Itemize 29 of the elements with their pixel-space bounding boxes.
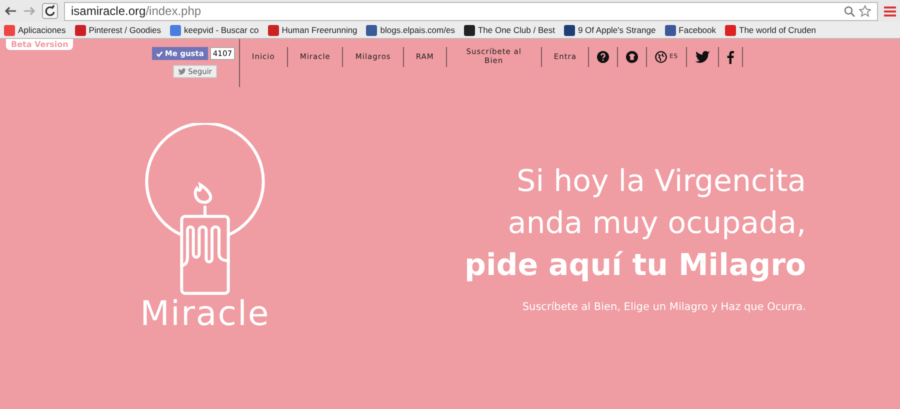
logo-wordmark: Miracle xyxy=(140,294,270,334)
language-link[interactable]: ES xyxy=(647,47,688,67)
bookmark[interactable]: Pinterest / Goodies xyxy=(74,24,162,36)
twitter-bird-icon xyxy=(695,51,710,63)
facebook-f-icon xyxy=(727,50,734,64)
bookmark[interactable]: The world of Cruden xyxy=(725,24,816,36)
bookmark[interactable]: keepvid - Buscar co xyxy=(170,24,259,36)
address-bar[interactable]: isamiracle.org/index.php xyxy=(64,2,878,20)
back-arrow-icon[interactable] xyxy=(4,6,17,16)
bookmark[interactable]: blogs.elpais.com/es xyxy=(366,24,455,36)
menu-icon[interactable] xyxy=(884,6,896,16)
globe-icon xyxy=(655,51,668,63)
bird-icon xyxy=(178,68,186,75)
star-icon[interactable] xyxy=(859,5,871,17)
headline-line: anda muy ocupada, xyxy=(508,205,806,243)
bookmark[interactable]: 9 Of Apple's Strange xyxy=(564,24,656,36)
search-icon[interactable] xyxy=(844,6,855,16)
bookmark[interactable]: The One Club / Best xyxy=(464,24,555,36)
check-icon xyxy=(156,50,163,56)
shirt-icon xyxy=(626,51,638,63)
reload-icon[interactable] xyxy=(42,3,58,19)
headline-strong: pide aquí tu Milagro xyxy=(464,247,806,285)
help-icon xyxy=(597,51,610,63)
subtitle: Suscríbete al Bien, Elige un Milagro y Haz que Ocurra. xyxy=(522,301,806,313)
bookmark[interactable]: Human Freerunning xyxy=(268,24,358,36)
bookmark[interactable]: Aplicaciones xyxy=(4,24,66,36)
bookmark[interactable]: Facebook xyxy=(664,24,716,36)
beta-badge: Beta Version xyxy=(6,39,74,50)
headline-line: Si hoy la Virgencita xyxy=(516,163,806,201)
